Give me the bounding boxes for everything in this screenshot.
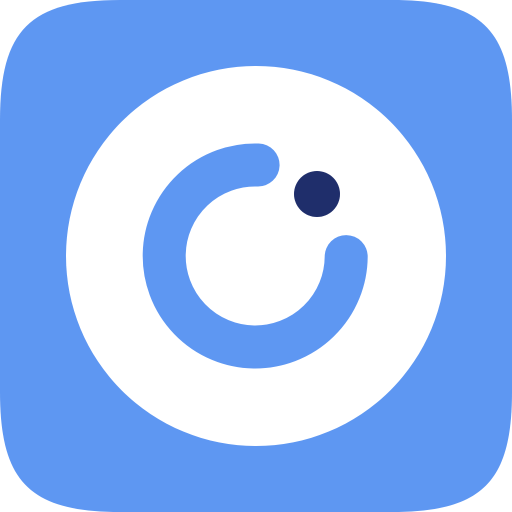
lens-dot: [294, 171, 340, 217]
app-icon[interactable]: [0, 0, 512, 512]
lens-ring: [66, 66, 446, 446]
camera-lens-icon: [0, 0, 512, 512]
